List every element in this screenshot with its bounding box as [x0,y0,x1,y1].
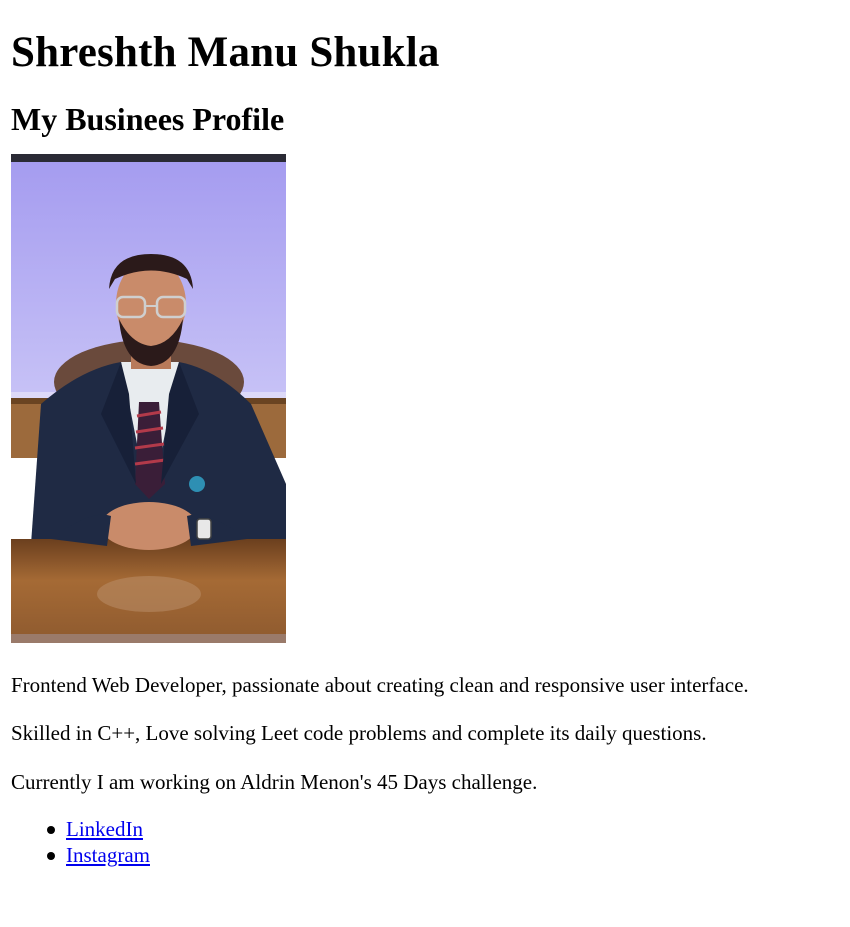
bio-line-3: Currently I am working on Aldrin Menon's… [11,770,538,794]
bio-line-1: Frontend Web Developer, passionate about… [11,673,749,697]
profile-photo [11,154,286,643]
list-item: LinkedIn [47,816,839,842]
instagram-link[interactable]: Instagram [66,843,150,867]
linkedin-link[interactable]: LinkedIn [66,817,143,841]
page-title: Shreshth Manu Shukla [11,29,440,76]
social-links-list: LinkedIn Instagram [11,816,839,868]
bio-line-2: Skilled in C++, Love solving Leet code p… [11,721,707,745]
list-item: Instagram [47,842,839,868]
page-subtitle: My Businees Profile [11,101,285,137]
page: Shreshth Manu Shukla My Businees Profile [0,0,850,868]
